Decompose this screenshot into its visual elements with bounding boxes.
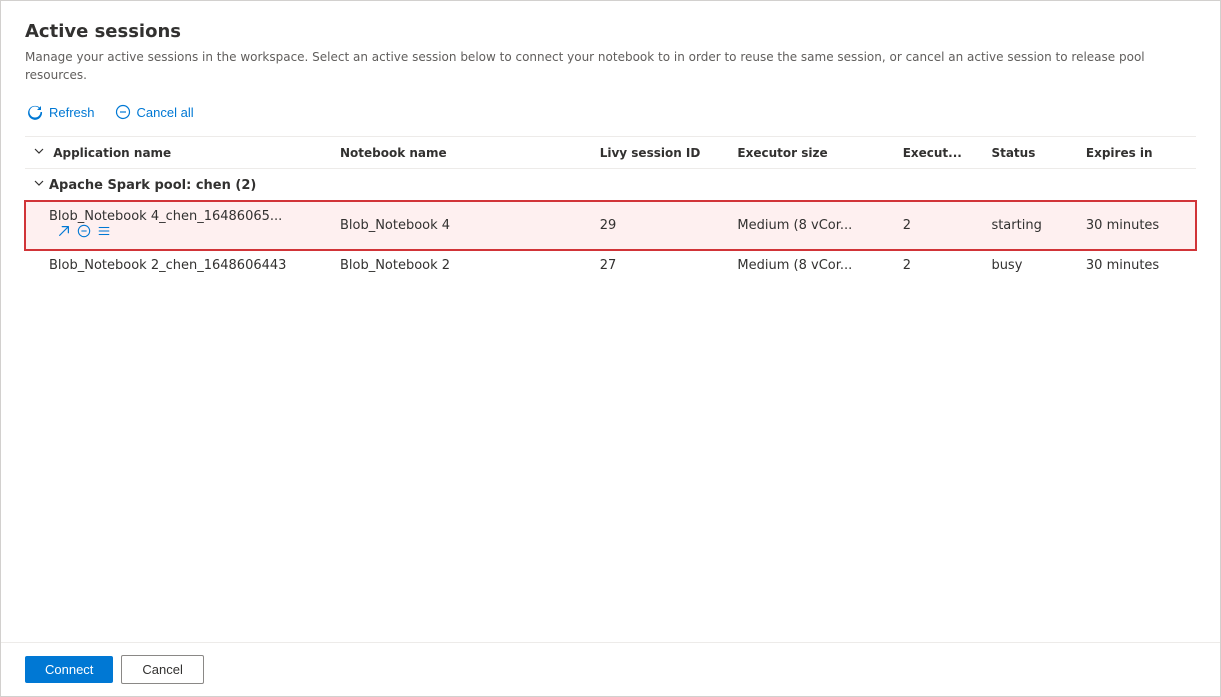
cell-expires-in: 30 minutes xyxy=(1078,201,1196,250)
cell-expires-in: 30 minutes xyxy=(1078,250,1196,281)
cancel-all-button[interactable]: Cancel all xyxy=(113,100,196,124)
page-title: Active sessions xyxy=(25,21,1196,42)
cell-app-name: Blob_Notebook 4_chen_16486065... xyxy=(25,201,332,250)
cell-app-name: Blob_Notebook 2_chen_1648606443 xyxy=(25,250,332,281)
collapse-all-chevron[interactable] xyxy=(33,145,45,157)
col-header-executor-count: Execut... xyxy=(895,137,984,169)
app-name-text: Blob_Notebook 4_chen_16486065... xyxy=(49,209,282,224)
cell-notebook-name: Blob_Notebook 4 xyxy=(332,201,592,250)
col-header-status: Status xyxy=(983,137,1077,169)
col-header-executor-size: Executor size xyxy=(729,137,894,169)
cancel-button[interactable]: Cancel xyxy=(121,655,203,684)
table-row[interactable]: Blob_Notebook 2_chen_1648606443 Blob_Note… xyxy=(25,250,1196,281)
cell-executor-size: Medium (8 vCor... xyxy=(729,250,894,281)
connect-button[interactable]: Connect xyxy=(25,656,113,683)
cell-status: busy xyxy=(983,250,1077,281)
group-chevron[interactable] xyxy=(33,177,45,189)
cell-livy-id: 27 xyxy=(592,250,730,281)
group-row[interactable]: Apache Spark pool: chen (2) xyxy=(25,169,1196,202)
refresh-button[interactable]: Refresh xyxy=(25,100,97,124)
cell-executor-count: 2 xyxy=(895,201,984,250)
cell-executor-size: Medium (8 vCor... xyxy=(729,201,894,250)
connect-session-icon[interactable] xyxy=(57,224,71,238)
refresh-icon xyxy=(27,104,43,120)
cancel-all-icon xyxy=(115,104,131,120)
more-options-icon[interactable] xyxy=(97,224,111,238)
cell-notebook-name: Blob_Notebook 2 xyxy=(332,250,592,281)
table-row[interactable]: Blob_Notebook 4_chen_16486065... Blob_Not… xyxy=(25,201,1196,250)
group-label: Apache Spark pool: chen (2) xyxy=(49,178,256,193)
app-name-text: Blob_Notebook 2_chen_1648606443 xyxy=(49,258,286,273)
col-header-app-name: Application name xyxy=(25,137,332,169)
cell-status: starting xyxy=(983,201,1077,250)
refresh-label: Refresh xyxy=(49,105,95,120)
cell-livy-id: 29 xyxy=(592,201,730,250)
cell-executor-count: 2 xyxy=(895,250,984,281)
page-description: Manage your active sessions in the works… xyxy=(25,48,1196,84)
cancel-all-label: Cancel all xyxy=(137,105,194,120)
col-header-notebook-name: Notebook name xyxy=(332,137,592,169)
col-header-expires-in: Expires in xyxy=(1078,137,1196,169)
cancel-session-icon[interactable] xyxy=(77,224,91,238)
col-header-livy-session: Livy session ID xyxy=(592,137,730,169)
